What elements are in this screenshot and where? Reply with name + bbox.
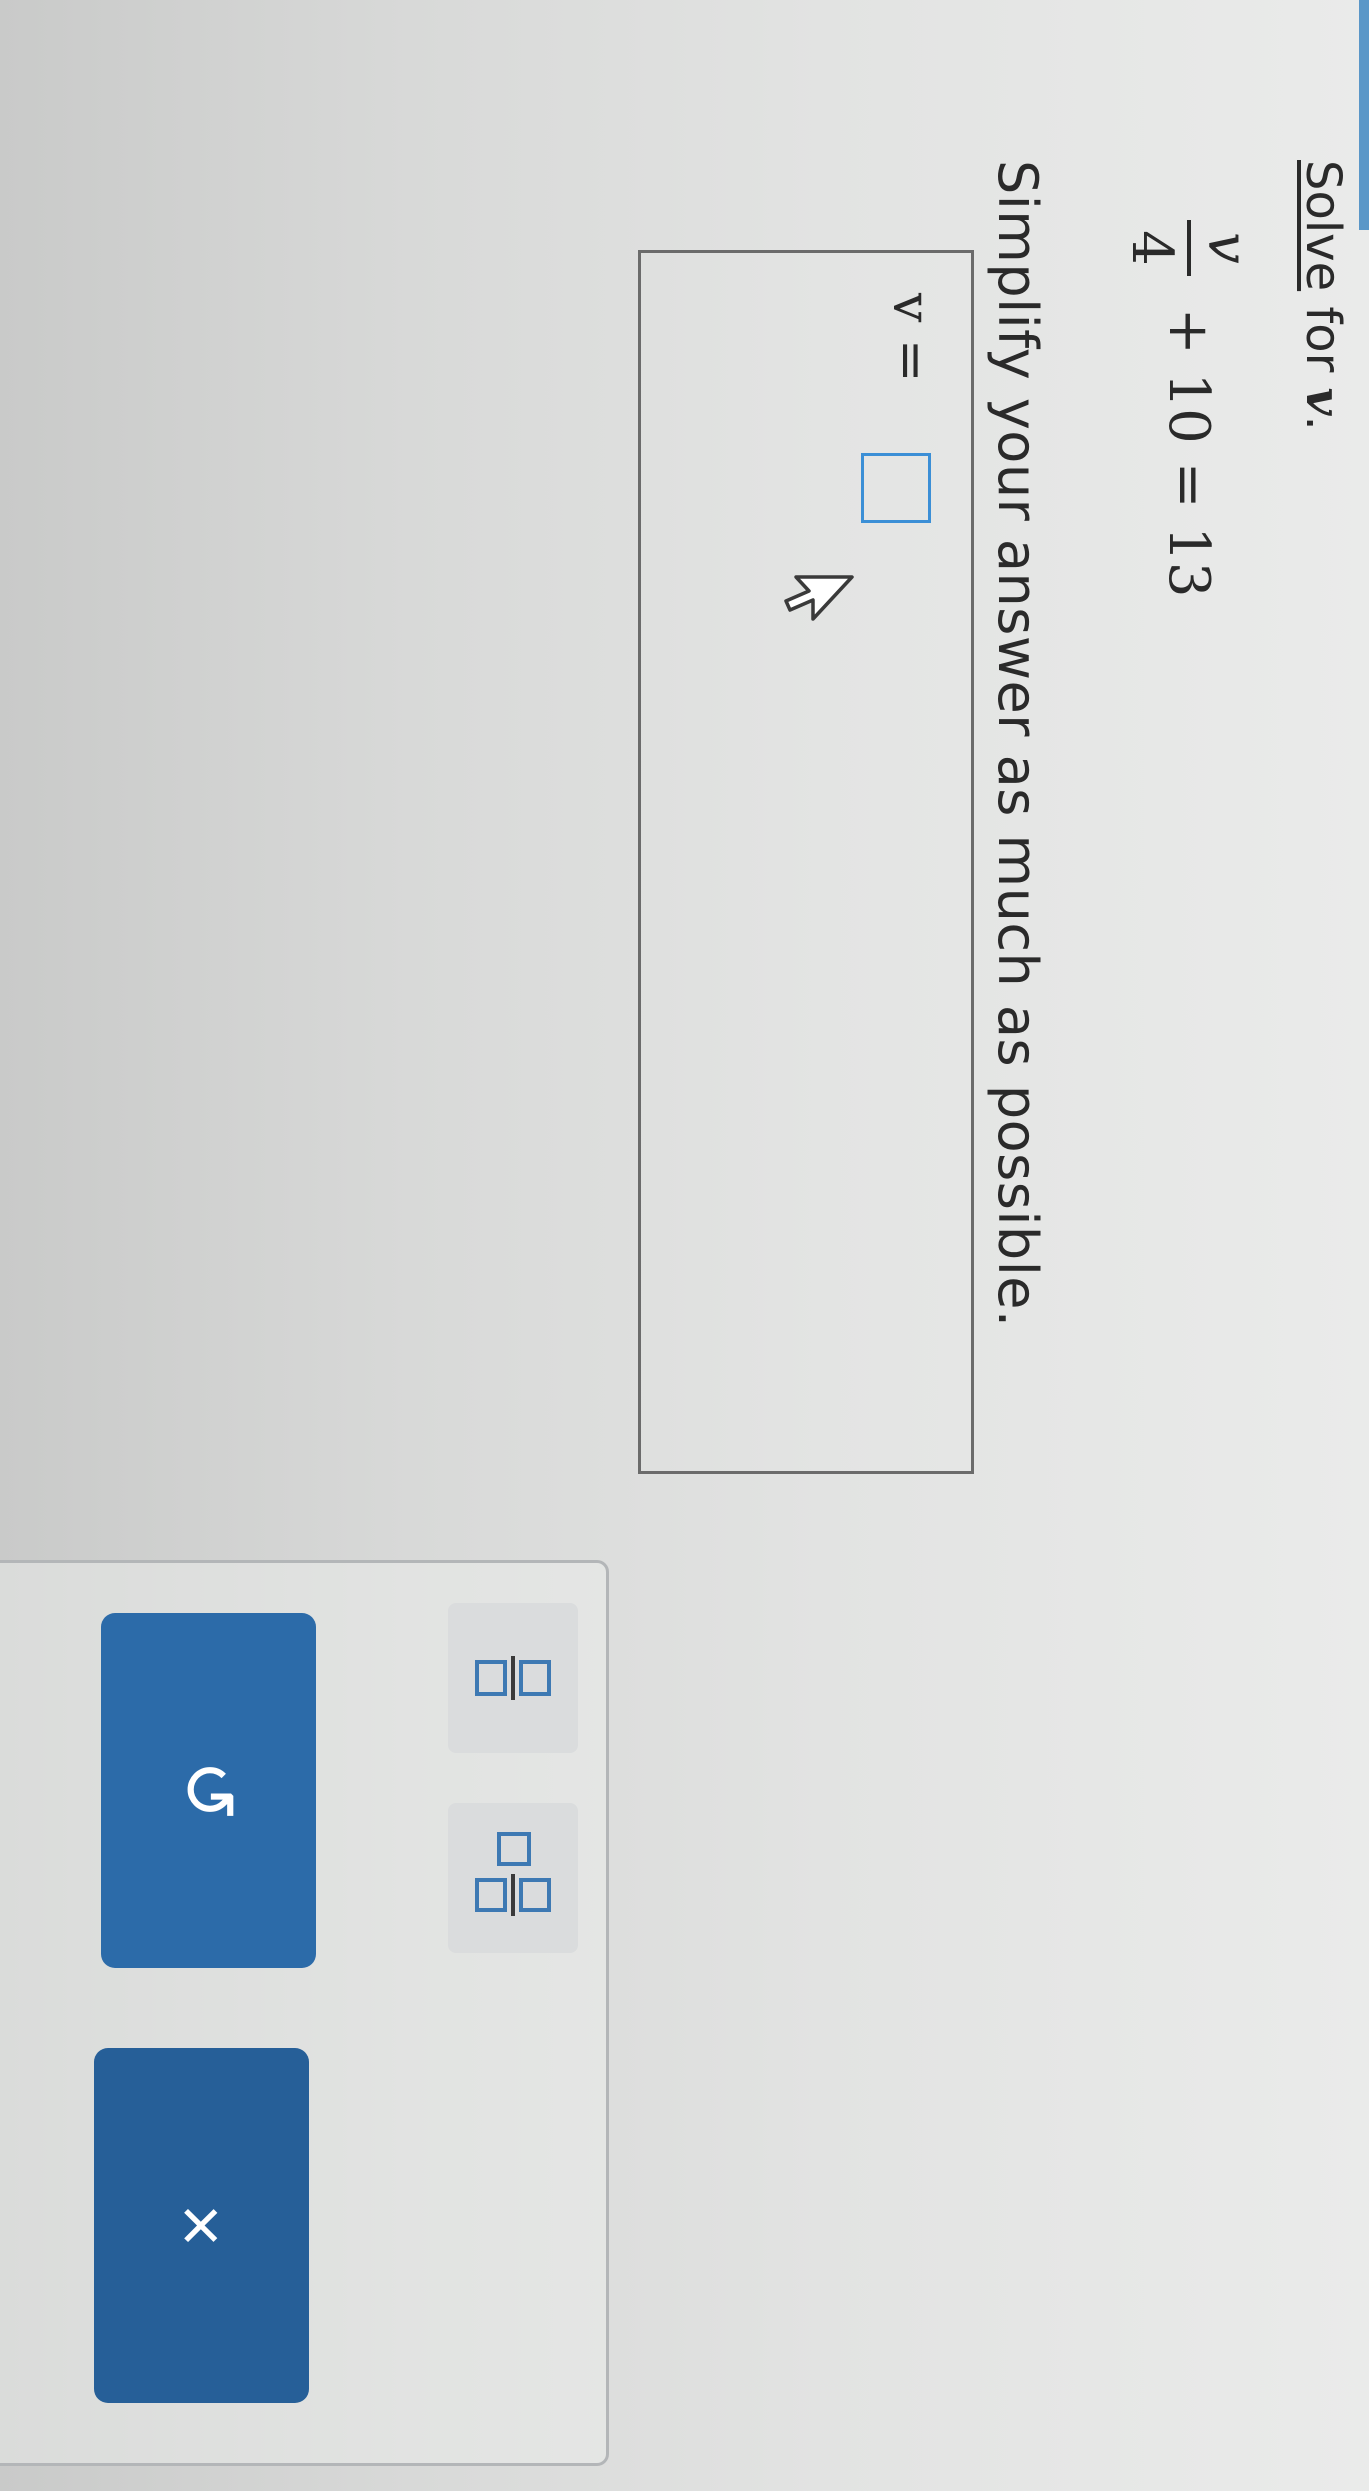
instruction-text: Simplify your answer as much as possible… <box>986 160 1049 1328</box>
close-icon: × <box>160 2203 244 2248</box>
undo-icon: ↺ <box>167 1759 251 1822</box>
top-accent-bar <box>1359 0 1369 230</box>
fraction-icon <box>475 1656 551 1700</box>
problem-prompt: Solve for v. <box>1295 160 1351 431</box>
answer-tools-panel: ↺ × <box>0 1560 609 2466</box>
equation-rest: + 10 = 13 <box>1156 290 1222 598</box>
solve-link[interactable]: Solve <box>1295 160 1351 291</box>
clear-button[interactable]: × <box>94 2048 309 2403</box>
answer-area[interactable]: v = <box>638 250 974 1474</box>
prompt-text: for <box>1295 291 1351 388</box>
prompt-variable: v <box>1295 387 1351 416</box>
fraction-numerator: v <box>1195 232 1260 264</box>
answer-prefix: v = <box>881 293 941 383</box>
mixed-number-icon <box>475 1832 551 1916</box>
mixed-number-button[interactable] <box>448 1803 578 1953</box>
undo-button[interactable]: ↺ <box>101 1613 316 1968</box>
page: Solve for v. v 4 + 10 = 13 Simplify your… <box>0 0 1369 2491</box>
fraction-bar <box>1187 220 1191 276</box>
equation-fraction: v 4 <box>1119 220 1260 276</box>
prompt-period: . <box>1295 415 1351 431</box>
equation: v 4 + 10 = 13 <box>1119 220 1260 598</box>
fraction-button[interactable] <box>448 1603 578 1753</box>
answer-input[interactable] <box>861 453 931 523</box>
mouse-pointer-icon <box>784 575 854 621</box>
fraction-denominator: 4 <box>1119 230 1184 266</box>
